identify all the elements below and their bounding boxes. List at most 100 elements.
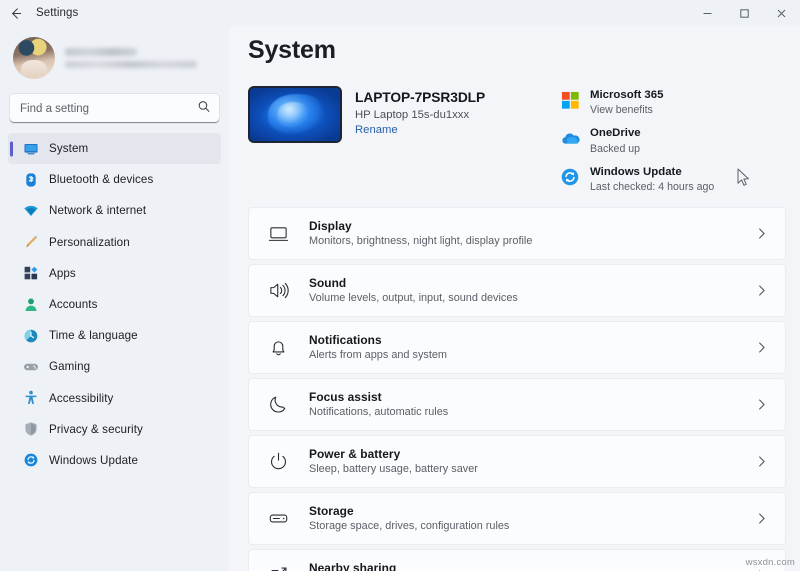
settings-row-subtitle: Volume levels, output, input, sound devi… <box>309 292 755 304</box>
wifi-icon <box>23 203 39 219</box>
window-body: System Bluetooth & devices <box>0 26 800 571</box>
sidebar-item-label: Personalization <box>49 236 130 249</box>
sidebar-item-label: Privacy & security <box>49 423 143 436</box>
sidebar-item-label: Gaming <box>49 360 90 373</box>
person-icon <box>23 297 39 313</box>
sidebar: System Bluetooth & devices <box>0 26 229 571</box>
settings-row-display[interactable]: Display Monitors, brightness, night ligh… <box>248 207 786 260</box>
sidebar-item-gaming[interactable]: Gaming <box>8 351 221 382</box>
power-icon <box>265 448 291 474</box>
sidebar-item-label: Apps <box>49 267 76 280</box>
close-icon <box>776 8 787 19</box>
search-input[interactable] <box>10 94 219 123</box>
sidebar-item-time-language[interactable]: Time & language <box>8 320 221 351</box>
speaker-icon <box>265 277 291 303</box>
settings-row-sound[interactable]: Sound Volume levels, output, input, soun… <box>248 264 786 317</box>
apps-icon <box>23 265 39 281</box>
quick-link-microsoft-365[interactable]: Microsoft 365 View benefits <box>559 88 677 116</box>
quick-link-subtitle: Backed up <box>590 143 641 155</box>
rename-link[interactable]: Rename <box>355 124 485 136</box>
sidebar-item-network-internet[interactable]: Network & internet <box>8 195 221 226</box>
settings-row-title: Notifications <box>309 333 755 347</box>
window-controls <box>689 0 800 26</box>
settings-row-text: Nearby sharing Discoverability, received… <box>309 561 755 571</box>
chevron-right-icon <box>755 284 768 297</box>
sidebar-item-privacy-security[interactable]: Privacy & security <box>8 414 221 445</box>
moon-icon <box>265 391 291 417</box>
quick-link-subtitle: View benefits <box>590 104 663 116</box>
settings-list: Display Monitors, brightness, night ligh… <box>248 207 786 571</box>
maximize-button[interactable] <box>726 0 763 26</box>
quick-link-title: Windows Update <box>590 165 714 179</box>
chevron-right-icon <box>755 455 768 468</box>
settings-row-text: Sound Volume levels, output, input, soun… <box>309 276 755 304</box>
quick-link-text: Microsoft 365 View benefits <box>590 88 663 116</box>
maximize-icon <box>739 8 750 19</box>
sidebar-item-bluetooth-devices[interactable]: Bluetooth & devices <box>8 164 221 195</box>
chevron-right-icon <box>755 512 768 525</box>
sidebar-item-label: Network & internet <box>49 204 146 217</box>
bell-icon <box>265 334 291 360</box>
settings-row-title: Focus assist <box>309 390 755 404</box>
quick-link-text: Windows Update Last checked: 4 hours ago <box>590 165 714 193</box>
settings-row-subtitle: Sleep, battery usage, battery saver <box>309 463 755 475</box>
settings-row-title: Power & battery <box>309 447 755 461</box>
monitor-outline-icon <box>265 220 291 246</box>
minimize-icon <box>702 8 713 19</box>
quick-link-onedrive[interactable]: OneDrive Backed up <box>559 126 677 154</box>
profile-name-redacted <box>65 48 137 56</box>
settings-row-focus-assist[interactable]: Focus assist Notifications, automatic ru… <box>248 378 786 431</box>
device-summary-section: LAPTOP-7PSR3DLP HP Laptop 15s-du1xxx Ren… <box>248 86 786 193</box>
monitor-icon <box>23 141 39 157</box>
sidebar-item-system[interactable]: System <box>8 133 221 164</box>
sidebar-item-label: Windows Update <box>49 454 138 467</box>
settings-window: Settings <box>0 0 800 571</box>
settings-row-subtitle: Storage space, drives, configuration rul… <box>309 520 755 532</box>
device-meta: LAPTOP-7PSR3DLP HP Laptop 15s-du1xxx Ren… <box>355 86 485 136</box>
share-icon <box>265 562 291 571</box>
sidebar-item-label: Accessibility <box>49 392 113 405</box>
settings-row-text: Notifications Alerts from apps and syste… <box>309 333 755 361</box>
onedrive-cloud-icon <box>559 127 581 149</box>
storage-icon <box>265 505 291 531</box>
minimize-button[interactable] <box>689 0 726 26</box>
sidebar-item-label: System <box>49 142 88 155</box>
settings-row-title: Storage <box>309 504 755 518</box>
sidebar-item-accounts[interactable]: Accounts <box>8 289 221 320</box>
quick-link-text: OneDrive Backed up <box>590 126 641 154</box>
microsoft-logo-icon <box>559 89 581 111</box>
accessibility-icon <box>23 390 39 406</box>
user-profile[interactable] <box>8 26 221 88</box>
settings-row-text: Storage Storage space, drives, configura… <box>309 504 755 532</box>
settings-row-nearby-sharing[interactable]: Nearby sharing Discoverability, received… <box>248 549 786 571</box>
chevron-right-icon <box>755 398 768 411</box>
settings-row-subtitle: Monitors, brightness, night light, displ… <box>309 235 755 247</box>
arrow-left-icon <box>8 6 23 21</box>
quick-link-subtitle: Last checked: 4 hours ago <box>590 181 714 193</box>
sidebar-item-accessibility[interactable]: Accessibility <box>8 383 221 414</box>
settings-row-notifications[interactable]: Notifications Alerts from apps and syste… <box>248 321 786 374</box>
gamepad-icon <box>23 359 39 375</box>
settings-row-text: Focus assist Notifications, automatic ru… <box>309 390 755 418</box>
close-button[interactable] <box>763 0 800 26</box>
settings-row-title: Nearby sharing <box>309 561 755 571</box>
quick-links: Microsoft 365 View benefits OneDr <box>553 86 786 193</box>
main-content: System LAPTOP-7PSR3DLP HP Laptop 15s-du1… <box>229 26 800 571</box>
quick-link-windows-update[interactable]: Windows Update Last checked: 4 hours ago <box>559 165 786 193</box>
settings-row-subtitle: Alerts from apps and system <box>309 349 755 361</box>
sidebar-item-personalization[interactable]: Personalization <box>8 227 221 258</box>
back-button[interactable] <box>0 0 30 26</box>
bluetooth-icon <box>23 172 39 188</box>
paintbrush-icon <box>23 234 39 250</box>
sidebar-item-label: Bluetooth & devices <box>49 173 153 186</box>
settings-row-text: Display Monitors, brightness, night ligh… <box>309 219 755 247</box>
settings-row-storage[interactable]: Storage Storage space, drives, configura… <box>248 492 786 545</box>
watermark: wsxdn.com <box>746 557 795 568</box>
chevron-right-icon <box>755 227 768 240</box>
sidebar-item-apps[interactable]: Apps <box>8 258 221 289</box>
device-model: HP Laptop 15s-du1xxx <box>355 109 485 121</box>
avatar <box>13 37 55 79</box>
settings-row-power-battery[interactable]: Power & battery Sleep, battery usage, ba… <box>248 435 786 488</box>
sidebar-item-label: Accounts <box>49 298 98 311</box>
sidebar-item-windows-update[interactable]: Windows Update <box>8 445 221 476</box>
